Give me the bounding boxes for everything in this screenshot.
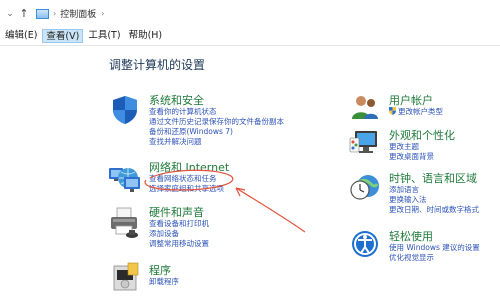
link-uninstall-program[interactable]: 卸载程序 [149, 277, 179, 287]
address-bar: ⌄ ↑ › 控制面板 › [0, 0, 500, 27]
group-user-accounts: 用户帐户 更改帐户类型 [389, 94, 443, 117]
accessibility-icon[interactable] [350, 229, 380, 259]
group-title-hardware[interactable]: 硬件和声音 [149, 206, 209, 219]
link-change-account-type[interactable]: 更改帐户类型 [389, 107, 443, 117]
dropdown-arrow-icon[interactable]: ⌄ [4, 9, 16, 19]
clock-globe-icon[interactable] [349, 172, 381, 202]
link-change-date-format[interactable]: 更改日期、时间或数字格式 [389, 205, 479, 215]
group-title-appearance[interactable]: 外观和个性化 [389, 129, 455, 142]
group-title-ease[interactable]: 轻松使用 [389, 230, 480, 243]
link-troubleshoot[interactable]: 查找并解决问题 [149, 137, 284, 147]
link-change-background[interactable]: 更改桌面背景 [389, 152, 455, 162]
group-title-user[interactable]: 用户帐户 [389, 94, 443, 107]
group-title-programs[interactable]: 程序 [149, 264, 179, 277]
menu-tools[interactable]: 工具(T) [85, 29, 123, 43]
group-programs: 程序 卸载程序 [149, 264, 179, 287]
group-appearance: 外观和个性化 更改主题 更改桌面背景 [389, 129, 455, 162]
shield-icon[interactable] [111, 95, 139, 125]
printer-icon[interactable] [109, 206, 141, 240]
link-recommended-settings[interactable]: 使用 Windows 建议的设置 [389, 243, 480, 253]
uac-shield-icon [389, 107, 396, 115]
link-backup-restore[interactable]: 备份和还原(Windows 7) [149, 127, 284, 137]
link-network-status[interactable]: 查看网络状态和任务 [149, 174, 229, 184]
link-change-account-type-label: 更改帐户类型 [398, 107, 443, 116]
link-mobility-settings[interactable]: 调整常用移动设置 [149, 239, 209, 249]
link-change-input-method[interactable]: 更换输入法 [389, 195, 479, 205]
group-ease-of-access: 轻松使用 使用 Windows 建议的设置 优化视觉显示 [389, 230, 480, 263]
link-add-language[interactable]: 添加语言 [389, 185, 479, 195]
group-hardware-sound: 硬件和声音 查看设备和打印机 添加设备 调整常用移动设置 [149, 206, 209, 249]
paint-monitor-icon[interactable] [349, 128, 381, 156]
link-change-theme[interactable]: 更改主题 [389, 142, 455, 152]
group-title-clock[interactable]: 时钟、语言和区域 [389, 172, 479, 185]
group-title-network[interactable]: 网络和 Internet [149, 161, 229, 174]
up-arrow-icon[interactable]: ↑ [18, 7, 30, 20]
network-icon[interactable] [108, 164, 142, 194]
group-network-internet: 网络和 Internet 查看网络状态和任务 选择家庭组和共享选项 [149, 161, 229, 194]
link-homegroup-sharing[interactable]: 选择家庭组和共享选项 [149, 184, 229, 194]
control-panel-icon [36, 8, 49, 19]
menu-edit[interactable]: 编辑(E) [2, 29, 40, 43]
breadcrumb-separator: › [53, 9, 57, 18]
menu-help[interactable]: 帮助(H) [126, 29, 166, 43]
menu-view[interactable]: 查看(V) [42, 29, 84, 43]
breadcrumb-control-panel[interactable]: 控制面板 [60, 7, 96, 20]
program-box-icon[interactable] [112, 262, 140, 292]
link-view-computer-status[interactable]: 查看你的计算机状态 [149, 107, 284, 117]
link-file-history[interactable]: 通过文件历史记录保存你的文件备份副本 [149, 117, 284, 127]
group-system-security: 系统和安全 查看你的计算机状态 通过文件历史记录保存你的文件备份副本 备份和还原… [149, 94, 284, 147]
link-devices-printers[interactable]: 查看设备和打印机 [149, 219, 209, 229]
link-optimize-visual[interactable]: 优化视觉显示 [389, 253, 480, 263]
users-icon[interactable] [350, 93, 380, 121]
page-title: 调整计算机的设置 [109, 58, 206, 72]
menu-bar: 编辑(E) 查看(V) 工具(T) 帮助(H) [0, 27, 500, 46]
breadcrumb-chevron[interactable]: › [101, 9, 104, 18]
link-add-device[interactable]: 添加设备 [149, 229, 209, 239]
group-title-system[interactable]: 系统和安全 [149, 94, 284, 107]
group-clock-language: 时钟、语言和区域 添加语言 更换输入法 更改日期、时间或数字格式 [389, 172, 479, 215]
